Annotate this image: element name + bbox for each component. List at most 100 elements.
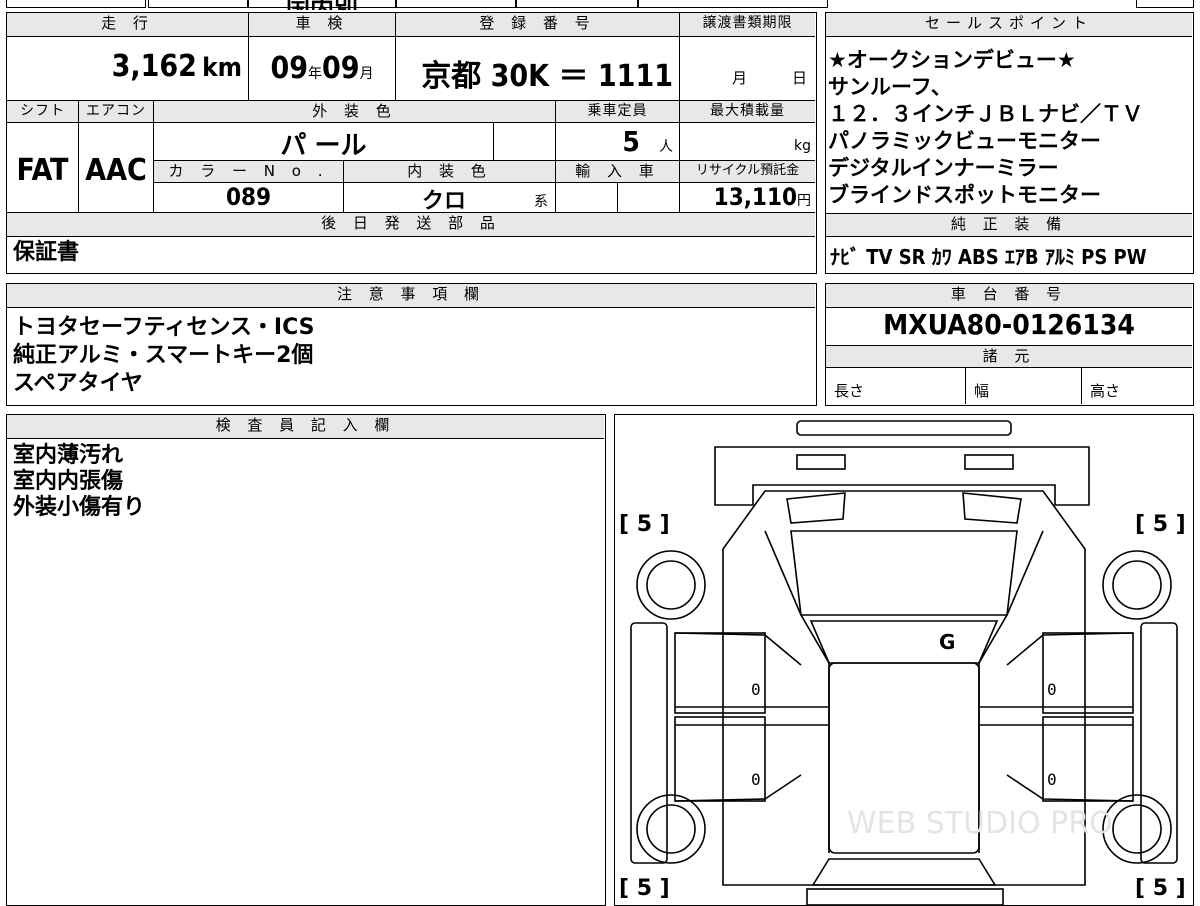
rear-window xyxy=(811,858,997,886)
aircon-cell: AAC xyxy=(79,123,154,213)
registration-value: 京都 30K ＝ 1111 xyxy=(421,59,673,94)
door-rr-mark: 0 xyxy=(1047,770,1057,789)
door-fl-mark: 0 xyxy=(751,680,761,699)
door-front-right xyxy=(1042,632,1134,714)
later-parts-value: 保証書 xyxy=(13,240,80,265)
notes-box: 注 意 事 項 欄 トヨタセーフティセンス・ICS 純正アルミ・スマートキー2個… xyxy=(6,283,817,406)
top-cut-label: 国内別 xyxy=(286,0,358,10)
shift-value: FAT xyxy=(16,153,69,188)
note-item: トヨタセーフティセンス・ICS xyxy=(13,315,315,340)
max-load-cell: kg xyxy=(680,123,815,161)
capacity-header: 乗車定員 xyxy=(556,101,680,123)
spec-length-label: 長さ xyxy=(834,382,865,400)
front-bumper-bar xyxy=(796,420,1012,436)
top-cut-cell: 国内別 xyxy=(248,0,396,10)
interior-color-cell: クロ 系 xyxy=(344,183,556,214)
month-unit: 月 xyxy=(359,66,374,82)
top-cut-cell xyxy=(516,0,638,8)
exterior-color-cell: パ ール xyxy=(154,123,494,161)
inspection-cell: 09年09月 xyxy=(249,37,396,101)
mirror-left xyxy=(786,492,846,524)
rear-bumper xyxy=(806,888,1004,905)
tire-label-tr: [ 5 ] xyxy=(1135,512,1186,537)
mileage-value: 3,162 xyxy=(111,49,197,84)
registration-cell: 京都 30K ＝ 1111 xyxy=(396,37,680,101)
registration-header: 登 録 番 号 xyxy=(396,13,680,37)
sales-point-item: ブラインドスポットモニター xyxy=(828,183,1101,207)
max-load-unit: kg xyxy=(794,138,811,154)
capacity-value: 5 xyxy=(622,125,640,158)
spec-width-cell: 幅 xyxy=(966,368,1082,404)
sales-points-list: ★オークションデビュー★ サンルーフ、 １２．３インチＪＢＬナビ／ＴＶ パノラミ… xyxy=(828,47,1190,209)
color-no-cell: 089 xyxy=(154,183,344,213)
transfer-deadline-header: 譲渡書類期限 xyxy=(680,13,815,37)
color-no-value: 089 xyxy=(225,183,272,211)
later-parts-cell: 保証書 xyxy=(13,239,713,269)
sales-point-item: パノラミックビューモニター xyxy=(828,129,1101,153)
inspector-box: 検 査 員 記 入 欄 室内薄汚れ 室内内張傷 外装小傷有り xyxy=(6,414,606,906)
exterior-color-header: 外 装 色 xyxy=(154,101,556,123)
interior-color-value: クロ xyxy=(422,189,467,214)
top-cut-cell xyxy=(1136,0,1194,8)
door-front-left xyxy=(674,632,766,714)
later-parts-header: 後 日 発 送 部 品 xyxy=(7,213,815,237)
top-cut-cell xyxy=(638,0,828,8)
transfer-deadline-cell: 月 日 xyxy=(680,37,815,101)
sales-points-header: セールスポイント xyxy=(826,13,1192,37)
max-load-header: 最大積載量 xyxy=(680,101,815,123)
top-cut-strip: 国内別 xyxy=(0,0,1200,10)
door-fr-mark: 0 xyxy=(1047,680,1057,699)
chassis-cell: MXUA80-0126134 xyxy=(826,308,1192,346)
exterior-color-value: パ ール xyxy=(280,131,367,161)
spec-height-label: 高さ xyxy=(1090,382,1121,400)
note-item: スペアタイヤ xyxy=(13,371,143,396)
inspection-year: 09 xyxy=(270,51,308,86)
spec-length-cell: 長さ xyxy=(826,368,966,404)
specs-header: 諸 元 xyxy=(826,346,1192,368)
exterior-color-extra-cell xyxy=(494,123,556,161)
top-cut-cell xyxy=(396,0,516,8)
top-cut-cell xyxy=(6,0,146,8)
interior-color-header: 内 装 色 xyxy=(344,161,556,183)
inspection-header: 車 検 xyxy=(249,13,396,37)
sales-point-item: サンルーフ、 xyxy=(828,75,952,99)
year-unit: 年 xyxy=(308,66,322,82)
recycle-value: 13,110 xyxy=(713,183,797,211)
car-diagram: [ 5 ] [ 5 ] [ 5 ] [ 5 ] G 0 0 0 0 WEB ST… xyxy=(619,420,1186,905)
mirror-right xyxy=(962,492,1022,524)
deadline-month: 月 xyxy=(732,69,748,87)
genuine-equipment-header: 純 正 装 備 xyxy=(826,213,1192,237)
notes-header: 注 意 事 項 欄 xyxy=(7,284,815,308)
inspector-note-item: 室内内張傷 xyxy=(13,469,124,494)
import-cell-2 xyxy=(618,183,680,213)
top-cut-cell xyxy=(148,0,248,8)
watermark: WEB STUDIO PRO xyxy=(847,806,1113,841)
sales-point-item: １２．３インチＪＢＬナビ／ＴＶ xyxy=(828,102,1143,126)
tire-label-br: [ 5 ] xyxy=(1135,876,1186,901)
chassis-box: 車 台 番 号 MXUA80-0126134 諸 元 長さ 幅 高さ xyxy=(825,283,1194,406)
aircon-value: AAC xyxy=(85,153,147,188)
sales-points-box: セールスポイント ★オークションデビュー★ サンルーフ、 １２．３インチＪＢＬナ… xyxy=(825,12,1194,274)
chassis-header: 車 台 番 号 xyxy=(826,284,1192,308)
inspector-notes: 室内薄汚れ 室内内張傷 外装小傷有り xyxy=(13,443,593,521)
recycle-unit: 円 xyxy=(797,193,811,209)
shift-header: シフト xyxy=(7,101,79,123)
inspector-note-item: 室内薄汚れ xyxy=(13,443,124,468)
import-cell xyxy=(556,183,618,213)
door-rl-mark: 0 xyxy=(751,770,761,789)
recycle-header: リサイクル預託金 xyxy=(680,161,815,183)
sales-point-item: ★オークションデビュー★ xyxy=(828,48,1076,72)
shift-cell: FAT xyxy=(7,123,79,213)
inspector-header: 検 査 員 記 入 欄 xyxy=(7,415,604,439)
spec-width-label: 幅 xyxy=(974,382,990,400)
inspector-note-item: 外装小傷有り xyxy=(13,495,146,520)
capacity-cell: 5 人 xyxy=(556,123,680,161)
recycle-cell: 13,110円 xyxy=(680,183,815,213)
car-diagram-box: [ 5 ] [ 5 ] [ 5 ] [ 5 ] G 0 0 0 0 WEB ST… xyxy=(614,414,1194,906)
mileage-unit: km xyxy=(202,53,242,83)
tire-label-bl: [ 5 ] xyxy=(619,876,670,901)
aircon-header: エアコン xyxy=(79,101,154,123)
windshield xyxy=(790,530,1018,616)
mileage-header: 走 行 xyxy=(7,13,249,37)
deadline-day: 日 xyxy=(792,69,808,87)
